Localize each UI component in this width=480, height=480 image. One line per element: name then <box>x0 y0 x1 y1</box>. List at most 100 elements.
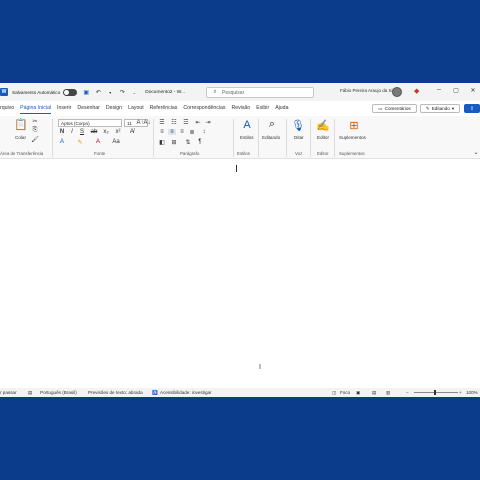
font-color-icon[interactable]: A <box>94 139 102 145</box>
line-spacing-icon[interactable]: ↕ <box>200 129 208 135</box>
addins-label[interactable]: Suplementos <box>339 135 366 140</box>
search-icon: ⌕ <box>213 89 217 95</box>
shrink-font-icon[interactable]: A↓ <box>143 120 151 126</box>
tab-pagina-inicial[interactable]: Página Inicial <box>20 103 51 114</box>
undo-icon[interactable]: ↶ <box>94 88 102 96</box>
comments-label: Comentários <box>384 106 411 111</box>
save-icon[interactable]: ▣ <box>82 88 90 96</box>
status-page[interactable]: r passar <box>0 390 17 395</box>
document-canvas[interactable] <box>0 160 480 387</box>
numbering-icon[interactable]: ☷ <box>170 119 178 126</box>
search-box[interactable]: ⌕ Pesquisar <box>206 87 314 98</box>
borders-icon[interactable]: ⊞ <box>170 139 178 146</box>
editing-label[interactable]: Editando <box>262 135 280 140</box>
clear-formatting-icon[interactable]: A̸ <box>128 129 136 135</box>
status-focus[interactable]: Foco <box>340 390 350 395</box>
bullets-icon[interactable]: ☰ <box>158 119 166 126</box>
autosave-toggle[interactable] <box>63 88 78 96</box>
shading-icon[interactable]: ◧ <box>158 139 166 146</box>
tab-design[interactable]: Design <box>106 103 122 114</box>
tab-arquivo[interactable]: rquivo <box>0 103 14 114</box>
sort-icon[interactable]: ⇅ <box>184 139 192 146</box>
web-layout-icon[interactable]: ▥ <box>386 390 390 396</box>
format-painter-icon[interactable]: 🖌 <box>31 136 39 143</box>
tab-exibir[interactable]: Exibir <box>256 103 269 114</box>
align-center-icon[interactable]: ≡ <box>168 129 176 135</box>
restore-button[interactable]: ▢ <box>451 87 461 94</box>
editing-mode-label: Editando <box>431 106 450 111</box>
status-predictions[interactable]: Previsões de texto: abrada <box>88 390 143 395</box>
tab-revisao[interactable]: Revisão <box>231 103 250 114</box>
multilevel-list-icon[interactable]: ☲ <box>182 119 190 126</box>
premium-diamond-icon[interactable]: ◆ <box>414 87 419 95</box>
editor-icon[interactable]: ✍ <box>315 119 331 132</box>
paste-label[interactable]: Colar <box>15 135 26 140</box>
user-name[interactable]: Fábio Pereira Araujo da Silva <box>340 88 398 93</box>
font-size-value: 11 <box>127 120 132 126</box>
focus-icon[interactable]: ◫ <box>332 390 336 396</box>
accessibility-icon[interactable]: ♿ <box>152 390 158 396</box>
align-right-icon[interactable]: ≡ <box>178 129 186 135</box>
status-bar: r passar ▤ Português (Brasil) Previsões … <box>0 388 480 397</box>
underline-icon[interactable]: S <box>78 129 86 135</box>
superscript-icon[interactable]: x² <box>114 129 122 135</box>
text-effects-icon[interactable]: A <box>58 139 66 145</box>
word-logo-icon: W <box>0 88 8 96</box>
highlight-color-icon[interactable]: ✎ <box>76 139 84 146</box>
divider <box>233 119 234 157</box>
collapse-ribbon-icon[interactable]: ⌄ <box>472 149 480 156</box>
editing-mode-button[interactable]: ✎ Editando ▾ <box>420 104 460 113</box>
find-icon[interactable]: ⌕ <box>264 118 280 131</box>
status-language[interactable]: Português (Brasil) <box>40 390 77 395</box>
editor-label[interactable]: Editor <box>317 135 329 140</box>
addins-icon[interactable]: ⊞ <box>346 119 362 132</box>
status-accessibility[interactable]: Acessibilidade: investigar <box>160 390 212 395</box>
copy-icon[interactable]: ⎘ <box>31 127 39 134</box>
customize-toolbar-icon[interactable]: ⌄ <box>130 88 138 96</box>
share-button[interactable]: ⇪ <box>464 104 480 113</box>
change-case-icon[interactable]: Aa <box>112 139 120 145</box>
paste-icon[interactable]: 📋 <box>13 118 29 131</box>
italic-icon[interactable]: I <box>68 129 76 135</box>
font-name-select[interactable]: Aptos (Corpo) <box>58 119 122 127</box>
show-marks-icon[interactable]: ¶ <box>196 139 204 145</box>
strikethrough-icon[interactable]: ab <box>90 129 98 135</box>
subscript-icon[interactable]: x₂ <box>102 129 110 135</box>
group-label-font: Fonte <box>94 151 106 156</box>
zoom-slider[interactable] <box>414 392 458 393</box>
increase-indent-icon[interactable]: ⇥ <box>204 119 212 126</box>
tab-ajuda[interactable]: Ajuda <box>275 103 288 114</box>
align-left-icon[interactable]: ≡ <box>158 129 166 135</box>
read-mode-icon[interactable]: ▣ <box>356 390 360 396</box>
undo-dropdown-icon[interactable]: ▾ <box>106 88 114 96</box>
zoom-level[interactable]: 100% <box>466 390 478 395</box>
microphone-icon[interactable]: 🎙 <box>290 119 306 132</box>
justify-icon[interactable]: ≣ <box>188 129 196 136</box>
minimize-button[interactable]: ─ <box>434 87 444 93</box>
tab-layout[interactable]: Layout <box>128 103 144 114</box>
styles-label[interactable]: Estilos <box>240 135 254 140</box>
proofing-icon[interactable]: ▤ <box>28 390 32 396</box>
tab-inserir[interactable]: Inserir <box>57 103 71 114</box>
group-label-paragraph: Parágrafo <box>180 151 200 156</box>
zoom-in-icon[interactable]: + <box>459 390 462 395</box>
tab-desenhar[interactable]: Desenhar <box>77 103 100 114</box>
avatar[interactable] <box>392 87 402 97</box>
zoom-slider-knob[interactable] <box>434 390 436 395</box>
divider <box>258 119 259 157</box>
tab-referencias[interactable]: Referências <box>150 103 178 114</box>
bold-icon[interactable]: N <box>58 129 66 135</box>
tab-correspondencias[interactable]: Correspondências <box>183 103 225 114</box>
comments-button[interactable]: ▭ Comentários <box>372 104 417 113</box>
dictate-label[interactable]: Ditar <box>294 135 304 140</box>
styles-icon[interactable]: A <box>239 119 255 131</box>
zoom-out-icon[interactable]: − <box>406 390 409 395</box>
divider <box>286 119 287 157</box>
ribbon: 📋 Colar ✂ ⎘ 🖌 Área de Transferência Apto… <box>0 116 480 159</box>
cut-icon[interactable]: ✂ <box>31 118 39 125</box>
print-layout-icon[interactable]: ▤ <box>372 390 376 396</box>
decrease-indent-icon[interactable]: ⇤ <box>194 119 202 126</box>
redo-icon[interactable]: ↷ <box>118 88 126 96</box>
group-label-voice: Voz <box>295 151 303 156</box>
close-button[interactable]: ✕ <box>468 87 478 94</box>
